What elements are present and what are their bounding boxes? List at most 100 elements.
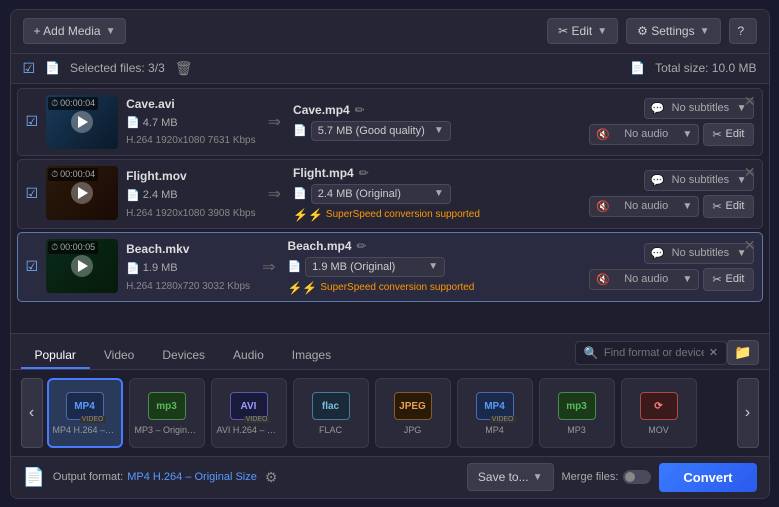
help-button[interactable]: ?	[729, 18, 757, 44]
file-spec-1: H.264 1920x1080 7631 Kbps	[126, 135, 256, 146]
file-checkbox-2[interactable]: ☑	[26, 185, 39, 202]
edit-button-2[interactable]: ✂ Edit	[703, 195, 753, 218]
close-button-3[interactable]: ✕	[744, 237, 756, 254]
format-card-flac[interactable]: flac FLAC	[293, 378, 369, 448]
format-card-label-5: MP4	[481, 425, 508, 435]
format-card-mov[interactable]: ⟳ MOV	[621, 378, 697, 448]
format-grid: MP4 VIDEO MP4 H.264 – Orig... mp3 MP3 – …	[47, 378, 733, 448]
output-section-3: Beach.mp4 ✏ 📄 1.9 MB (Original) ▼ ⚡⚡ Sup…	[287, 239, 581, 295]
tab-audio[interactable]: Audio	[219, 343, 278, 369]
save-to-label: Save to...	[478, 470, 529, 484]
next-format-button[interactable]: ›	[737, 378, 759, 448]
edit-button-1[interactable]: ✂ Edit	[703, 123, 753, 146]
close-button-1[interactable]: ✕	[744, 93, 756, 110]
merge-toggle[interactable]	[623, 470, 651, 484]
audio-icon-1: 🔇	[596, 128, 610, 141]
format-card-mp4v[interactable]: MP4 VIDEO MP4	[457, 378, 533, 448]
format-select-2[interactable]: 2.4 MB (Original) ▼	[311, 184, 451, 204]
sub-icon-1: 💬	[651, 102, 665, 115]
file-info-1: Cave.avi 📄 4.7 MB H.264 1920x1080 7631 K…	[126, 95, 256, 149]
file-name-2: Flight.mov	[126, 169, 256, 183]
audio-chevron-2: ▼	[682, 201, 692, 212]
file-checkbox-1[interactable]: ☑	[26, 113, 39, 130]
duration-badge-2: ⏱00:00:04	[48, 168, 98, 181]
audio-select-1[interactable]: 🔇 No audio ▼	[589, 124, 699, 145]
format-card-jpg[interactable]: JPEG JPG	[375, 378, 451, 448]
edit-pencil-2[interactable]: ✏	[359, 166, 369, 180]
save-to-chevron-icon: ▼	[533, 472, 543, 483]
save-to-button[interactable]: Save to... ▼	[467, 463, 554, 491]
help-label: ?	[738, 24, 745, 38]
format-card-mp3-orig[interactable]: mp3 MP3 – Original Bitr...	[129, 378, 205, 448]
delete-icon[interactable]: 🗑	[175, 60, 193, 77]
prev-format-button[interactable]: ‹	[21, 378, 43, 448]
audio-icon-3: 🔇	[596, 273, 610, 286]
avi-orig-icon: AVI VIDEO	[229, 390, 269, 422]
play-icon-2	[78, 187, 88, 199]
select-all-checkbox[interactable]: ☑	[23, 60, 36, 77]
format-search-box[interactable]: 🔍 ✕	[575, 341, 727, 365]
subtitle-select-3[interactable]: 💬 No subtitles ▼	[644, 243, 754, 264]
tab-devices[interactable]: Devices	[148, 343, 219, 369]
audio-row-3: 🔇 No audio ▼ ✂ Edit	[589, 268, 753, 291]
format-card-label-1: MP3 – Original Bitr...	[131, 425, 203, 435]
tab-video[interactable]: Video	[90, 343, 148, 369]
total-size-label: Total size: 10.0 MB	[655, 61, 756, 75]
settings-button[interactable]: ⚙ Settings ▼	[626, 18, 720, 44]
selected-files-label: Selected files: 3/3	[70, 61, 165, 75]
output-format-row-1: 📄 5.7 MB (Good quality) ▼	[293, 121, 581, 141]
audio-select-2[interactable]: 🔇 No audio ▼	[589, 196, 699, 217]
close-button-2[interactable]: ✕	[744, 164, 756, 181]
format-card-avi-orig[interactable]: AVI VIDEO AVI H.264 – Orig...	[211, 378, 287, 448]
file-checkbox-3[interactable]: ☑	[26, 258, 39, 275]
file-thumbnail-1[interactable]: ⏱00:00:04	[46, 95, 118, 149]
output-settings-button[interactable]: ⚙	[265, 469, 278, 486]
subtitle-select-2[interactable]: 💬 No subtitles ▼	[644, 170, 754, 191]
file-icon-3: 📄	[126, 262, 140, 275]
edit-chevron-icon: ▼	[597, 26, 607, 37]
format-search-input[interactable]	[604, 347, 704, 359]
output-name-row-1: Cave.mp4 ✏	[293, 103, 581, 117]
format-select-1[interactable]: 5.7 MB (Good quality) ▼	[311, 121, 451, 141]
format-chevron-3: ▼	[428, 261, 438, 272]
audio-select-3[interactable]: 🔇 No audio ▼	[589, 269, 699, 290]
format-chevron-2: ▼	[434, 188, 444, 199]
file-icon-total: 📄	[630, 61, 645, 75]
convert-button[interactable]: Convert	[659, 463, 756, 492]
file-thumbnail-2[interactable]: ⏱00:00:04	[46, 166, 118, 220]
subtitle-row-3: 💬 No subtitles ▼	[644, 243, 754, 264]
format-card-label-4: JPG	[400, 425, 426, 435]
edit-label: ✂ Edit	[558, 24, 592, 38]
edit-pencil-3[interactable]: ✏	[357, 239, 367, 253]
edit-pencil-1[interactable]: ✏	[355, 103, 365, 117]
play-button-3[interactable]	[71, 255, 93, 277]
tab-images[interactable]: Images	[278, 343, 345, 369]
format-select-3[interactable]: 1.9 MB (Original) ▼	[305, 257, 445, 277]
clear-search-icon[interactable]: ✕	[709, 346, 718, 359]
output-name-row-3: Beach.mp4 ✏	[287, 239, 581, 253]
play-button-1[interactable]	[71, 111, 93, 133]
edit-button-3[interactable]: ✂ Edit	[703, 268, 753, 291]
tab-popular[interactable]: Popular	[21, 343, 90, 369]
file-list: ☑ ⏱00:00:04 Cave.avi 📄 4.7 MB H.264 1920…	[11, 84, 769, 333]
play-icon-3	[78, 260, 88, 272]
duration-badge-1: ⏱00:00:04	[48, 97, 98, 110]
file-info-3: Beach.mkv 📄 1.9 MB H.264 1280x720 3032 K…	[126, 239, 250, 295]
sub-icon-2: 💬	[651, 174, 665, 187]
play-button-2[interactable]	[71, 182, 93, 204]
edit-button[interactable]: ✂ Edit ▼	[547, 18, 618, 44]
file-thumbnail-3[interactable]: ⏱00:00:05	[46, 239, 118, 293]
convert-arrow-3: ⇒	[258, 257, 279, 277]
mp3-orig-icon: mp3	[147, 390, 187, 422]
add-media-button[interactable]: + Add Media ▼	[23, 18, 127, 44]
format-card-mp3v[interactable]: mp3 MP3	[539, 378, 615, 448]
play-icon-1	[78, 116, 88, 128]
audio-row-2: 🔇 No audio ▼ ✂ Edit	[589, 195, 753, 218]
file-icon-1: 📄	[126, 116, 140, 129]
right-controls-1: 💬 No subtitles ▼ 🔇 No audio ▼ ✂ Edit	[589, 95, 753, 149]
format-card-mp4-orig[interactable]: MP4 VIDEO MP4 H.264 – Orig...	[47, 378, 123, 448]
scissors-icon-2: ✂	[712, 200, 721, 213]
superspeed-icon-2: ⚡⚡	[293, 208, 323, 222]
folder-icon-button[interactable]: 📁	[727, 340, 758, 365]
subtitle-select-1[interactable]: 💬 No subtitles ▼	[644, 98, 754, 119]
